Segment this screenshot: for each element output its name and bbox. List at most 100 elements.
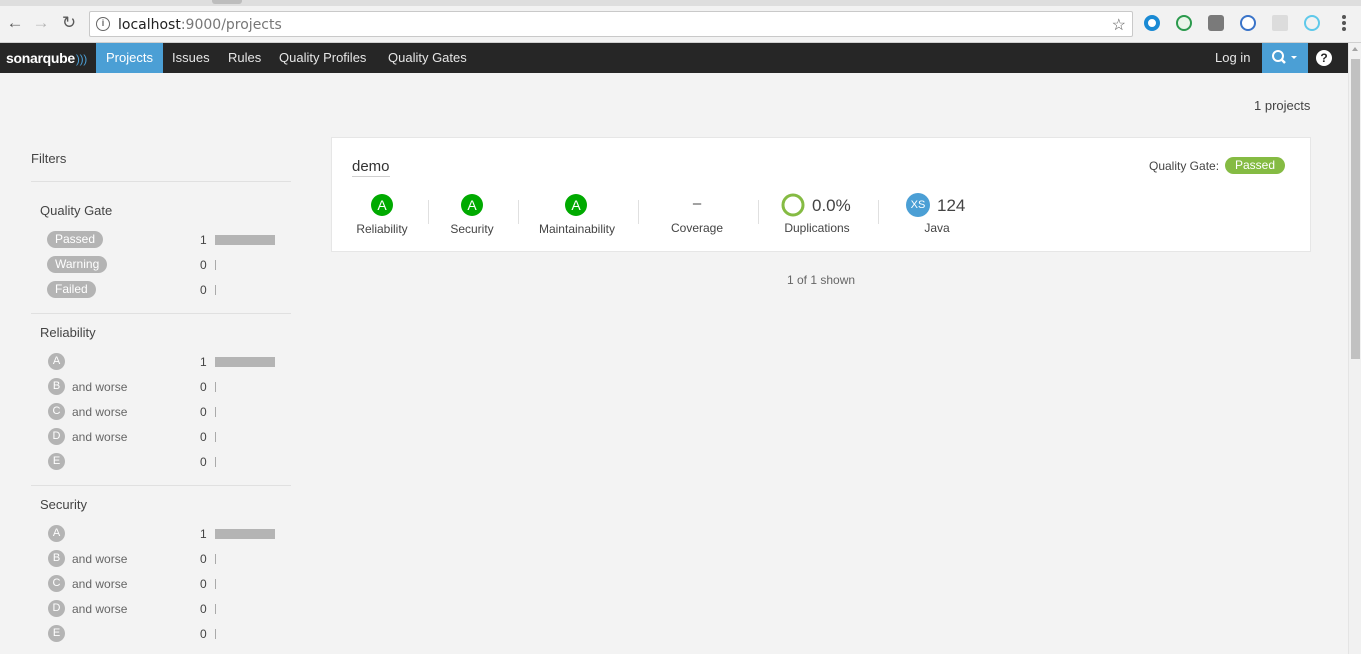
reliability-filter-heading: Reliability xyxy=(40,325,96,340)
browser-tab[interactable] xyxy=(212,0,242,4)
help-icon[interactable]: ? xyxy=(1316,50,1332,66)
filter-option-label: Warning xyxy=(47,256,108,273)
measure-separator xyxy=(638,200,639,224)
measure-reliability[interactable]: A Reliability xyxy=(352,193,412,238)
extension-grid-icon[interactable] xyxy=(1272,15,1288,31)
measure-coverage[interactable]: – Coverage xyxy=(652,193,742,238)
rating-badge: D xyxy=(48,428,65,445)
project-card: demo Quality Gate: Passed A Reliability … xyxy=(331,137,1311,252)
scroll-up-arrow[interactable] xyxy=(1352,47,1358,51)
filter-quality-gate-passed[interactable]: Passed 1 xyxy=(40,230,280,250)
url-text[interactable]: localhost:9000/projects xyxy=(118,17,282,33)
lines-of-code-value: 124 xyxy=(937,196,966,215)
measure-separator xyxy=(878,200,879,224)
info-icon[interactable]: i xyxy=(96,17,110,31)
filter-count: 0 xyxy=(200,627,207,641)
filter-security-b[interactable]: B and worse 0 xyxy=(40,549,280,569)
filter-bar xyxy=(215,382,216,392)
tab-strip xyxy=(0,0,1361,6)
security-rating: A xyxy=(461,194,483,216)
divider xyxy=(31,485,291,486)
nav-projects[interactable]: Projects xyxy=(96,43,163,73)
filter-bar xyxy=(215,604,216,614)
address-bar[interactable]: i localhost:9000/projects ☆ xyxy=(89,11,1133,37)
rating-badge: A xyxy=(48,525,65,542)
page-scrollbar[interactable] xyxy=(1348,43,1361,654)
search-icon xyxy=(1272,50,1297,64)
measure-duplications[interactable]: 0.0% Duplications xyxy=(772,193,862,238)
filter-security-d[interactable]: D and worse 0 xyxy=(40,599,280,619)
filter-reliability-b[interactable]: B and worse 0 xyxy=(40,377,280,397)
nav-quality-gates[interactable]: Quality Gates xyxy=(378,43,477,73)
filter-security-c[interactable]: C and worse 0 xyxy=(40,574,280,594)
extension-circle-icon[interactable] xyxy=(1144,15,1160,31)
react-devtools-icon[interactable] xyxy=(1304,15,1320,31)
extension-quote-icon[interactable] xyxy=(1176,15,1192,31)
rating-badge: A xyxy=(48,353,65,370)
rating-badge: B xyxy=(48,378,65,395)
security-filter-heading: Security xyxy=(40,497,87,512)
browser-toolbar: ← → ↻ i localhost:9000/projects ☆ xyxy=(0,0,1361,43)
results-shown-count: 1 of 1 shown xyxy=(787,273,856,287)
quality-gate-filter-heading: Quality Gate xyxy=(40,203,113,218)
project-name-link[interactable]: demo xyxy=(352,158,390,177)
and-worse-label: and worse xyxy=(72,602,128,616)
coverage-value: – xyxy=(692,195,702,212)
back-icon[interactable]: ← xyxy=(4,12,26,34)
rating-badge: C xyxy=(48,403,65,420)
filter-reliability-a[interactable]: A 1 xyxy=(40,352,280,372)
logo-wave-icon: ))) xyxy=(75,52,87,66)
filter-reliability-c[interactable]: C and worse 0 xyxy=(40,402,280,422)
quality-gate-status-badge: Passed xyxy=(1225,157,1286,174)
extension-d-icon[interactable] xyxy=(1240,15,1256,31)
nav-quality-profiles[interactable]: Quality Profiles xyxy=(269,43,376,73)
browser-menu-icon[interactable] xyxy=(1339,14,1349,32)
rating-badge: D xyxy=(48,600,65,617)
maintainability-rating: A xyxy=(565,194,587,216)
measure-label: Security xyxy=(450,222,494,236)
rating-badge: B xyxy=(48,550,65,567)
filter-reliability-e[interactable]: E 0 xyxy=(40,452,280,472)
measure-security[interactable]: A Security xyxy=(442,193,502,238)
extension-square-icon[interactable] xyxy=(1208,15,1224,31)
filter-count: 1 xyxy=(200,233,207,247)
filter-security-a[interactable]: A 1 xyxy=(40,524,280,544)
measure-maintainability[interactable]: A Maintainability xyxy=(532,193,622,238)
quality-gate-label: Quality Gate: xyxy=(1149,159,1220,173)
measure-size[interactable]: XS 124 Java xyxy=(892,193,982,238)
filter-bar xyxy=(215,529,275,539)
filter-reliability-d[interactable]: D and worse 0 xyxy=(40,427,280,447)
filter-count: 0 xyxy=(200,405,207,419)
filter-bar xyxy=(215,285,216,295)
and-worse-label: and worse xyxy=(72,430,128,444)
forward-icon[interactable]: → xyxy=(30,12,52,34)
rating-badge: E xyxy=(48,625,65,642)
sonarqube-logo[interactable]: sonarqube))) xyxy=(6,50,87,66)
filter-count: 0 xyxy=(200,602,207,616)
filter-bar xyxy=(215,554,216,564)
filter-security-e[interactable]: E 0 xyxy=(40,624,280,644)
filter-bar xyxy=(215,357,275,367)
nav-rules[interactable]: Rules xyxy=(218,43,271,73)
login-link[interactable]: Log in xyxy=(1205,43,1260,73)
filter-option-label: Passed xyxy=(47,231,104,248)
filter-count: 0 xyxy=(200,455,207,469)
filter-bar xyxy=(215,432,216,442)
filter-option-label: Failed xyxy=(47,281,96,298)
and-worse-label: and worse xyxy=(72,380,128,394)
reload-icon[interactable]: ↻ xyxy=(58,12,80,34)
duplications-value: 0.0% xyxy=(812,196,851,215)
logo-text: sonarqube xyxy=(6,50,75,66)
measure-label: Coverage xyxy=(670,221,724,235)
search-button[interactable] xyxy=(1262,43,1308,73)
filter-quality-gate-warning[interactable]: Warning 0 xyxy=(40,255,280,275)
filter-quality-gate-failed[interactable]: Failed 0 xyxy=(40,280,280,300)
nav-issues[interactable]: Issues xyxy=(162,43,220,73)
filter-bar xyxy=(215,235,275,245)
filter-bar xyxy=(215,260,216,270)
scrollbar-thumb[interactable] xyxy=(1351,59,1360,359)
project-count: 1 projects xyxy=(1254,98,1311,113)
bookmark-star-icon[interactable]: ☆ xyxy=(1112,15,1126,35)
filter-bar xyxy=(215,629,216,639)
filter-count: 0 xyxy=(200,552,207,566)
